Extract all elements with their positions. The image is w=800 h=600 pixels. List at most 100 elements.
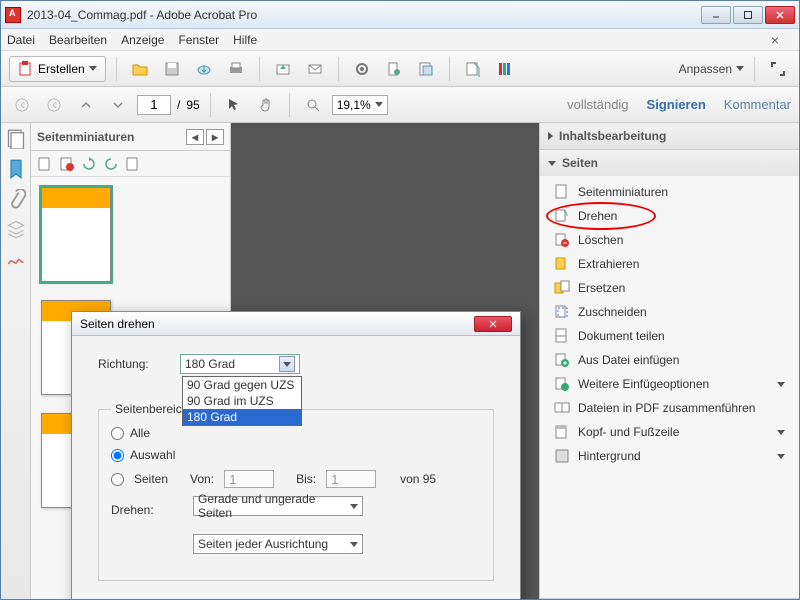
thumbnails-tools: [31, 151, 230, 177]
rp-dokument-teilen[interactable]: Dokument teilen: [540, 324, 799, 348]
page-down-button[interactable]: [105, 92, 131, 118]
page-sep: /: [177, 98, 180, 112]
drehen-combo1[interactable]: Gerade und ungerade Seiten: [193, 496, 363, 516]
tools-panel: Inhaltsbearbeitung Seiten Seitenminiatur…: [539, 123, 799, 599]
cloud-button[interactable]: [191, 56, 217, 82]
section-seiten[interactable]: Seiten: [540, 150, 799, 176]
menu-datei[interactable]: Datei: [7, 33, 35, 47]
rp-hintergrund[interactable]: Hintergrund: [540, 444, 799, 468]
tool3-button[interactable]: [413, 56, 439, 82]
email-button[interactable]: [302, 56, 328, 82]
bookmark-icon[interactable]: [6, 159, 26, 179]
close-button[interactable]: [765, 6, 795, 24]
window-title: 2013-04_Commag.pdf - Adobe Acrobat Pro: [27, 8, 701, 22]
rp-loeschen[interactable]: Löschen: [540, 228, 799, 252]
menu-anzeige[interactable]: Anzeige: [121, 33, 164, 47]
seitenbereich-legend: Seitenbereich: [111, 402, 192, 416]
menubar-close-icon[interactable]: ×: [771, 32, 779, 48]
prev-page-button[interactable]: [41, 92, 67, 118]
dropdown-option-selected[interactable]: 180 Grad: [183, 409, 301, 425]
thumb-rotate2-icon[interactable]: [103, 156, 119, 172]
attachment-icon[interactable]: [6, 189, 26, 209]
menu-bearbeiten[interactable]: Bearbeiten: [49, 33, 107, 47]
layers-icon[interactable]: [6, 219, 26, 239]
dropdown-option[interactable]: 90 Grad gegen UZS: [183, 377, 301, 393]
hand-tool-button[interactable]: [253, 92, 279, 118]
create-icon: [18, 61, 34, 77]
drehen-combo2[interactable]: Seiten jeder Ausrichtung: [193, 534, 363, 554]
richtung-combo[interactable]: 180 Grad: [180, 354, 300, 374]
dropdown-option[interactable]: 90 Grad im UZS: [183, 393, 301, 409]
drehen-label: Drehen:: [111, 503, 185, 517]
signature-icon[interactable]: [6, 249, 26, 269]
panel-next-button[interactable]: ▸: [206, 129, 224, 145]
page-thumbnail[interactable]: [41, 187, 111, 282]
zoom-value: 19,1%: [337, 98, 371, 112]
dropdown-icon: [736, 66, 744, 71]
create-label: Erstellen: [38, 62, 85, 76]
rp-aus-datei[interactable]: Aus Datei einfügen: [540, 348, 799, 372]
dialog-close-button[interactable]: [474, 316, 512, 332]
radio-alle[interactable]: [111, 427, 124, 440]
radio-auswahl[interactable]: [111, 449, 124, 462]
richtung-label: Richtung:: [98, 357, 172, 371]
dialog-title: Seiten drehen: [80, 317, 155, 331]
toolbar-main: Erstellen Anpassen: [1, 51, 799, 87]
rp-zuschneiden[interactable]: Zuschneiden: [540, 300, 799, 324]
open-button[interactable]: [127, 56, 153, 82]
page-up-button[interactable]: [73, 92, 99, 118]
menubar: Datei Bearbeiten Anzeige Fenster Hilfe ×: [1, 29, 799, 51]
maximize-button[interactable]: [733, 6, 763, 24]
thumb-tool-icon[interactable]: [37, 156, 53, 172]
radio-seiten[interactable]: [111, 473, 124, 486]
minimize-button[interactable]: [701, 6, 731, 24]
rp-zusammenfuehren[interactable]: Dateien in PDF zusammenführen: [540, 396, 799, 420]
zoom-button[interactable]: [300, 92, 326, 118]
customize-label: Anpassen: [679, 62, 732, 76]
richtung-value: 180 Grad: [185, 357, 235, 371]
first-page-button[interactable]: [9, 92, 35, 118]
tool4-button[interactable]: [460, 56, 486, 82]
von-input[interactable]: [224, 470, 274, 488]
rp-extrahieren[interactable]: Extrahieren: [540, 252, 799, 276]
create-button[interactable]: Erstellen: [9, 56, 106, 82]
bis-input[interactable]: [326, 470, 376, 488]
link-kommentar[interactable]: Kommentar: [724, 97, 791, 112]
thumb-rotate-icon[interactable]: [81, 156, 97, 172]
rp-seitenminiaturen[interactable]: Seitenminiaturen: [540, 180, 799, 204]
titlebar: 2013-04_Commag.pdf - Adobe Acrobat Pro: [1, 1, 799, 29]
link-vollstaendig[interactable]: vollständig: [567, 97, 628, 112]
section-inhaltsbearbeitung[interactable]: Inhaltsbearbeitung: [540, 123, 799, 149]
dropdown-icon: [89, 66, 97, 71]
fullscreen-button[interactable]: [765, 56, 791, 82]
toolbar-nav: / 95 19,1% vollständig Signieren Komment…: [1, 87, 799, 123]
gear-button[interactable]: [349, 56, 375, 82]
zoom-select[interactable]: 19,1%: [332, 95, 388, 115]
page-number-input[interactable]: [137, 95, 171, 115]
thumb-delete-icon[interactable]: [59, 156, 75, 172]
rp-kopf-fuss[interactable]: Kopf- und Fußzeile: [540, 420, 799, 444]
thumb-extract-icon[interactable]: [125, 156, 141, 172]
rotate-pages-dialog: Seiten drehen Richtung: 180 Grad 90 Grad…: [71, 311, 521, 599]
thumbnails-title: Seitenminiaturen: [37, 130, 134, 144]
rp-weitere-optionen[interactable]: Weitere Einfügeoptionen: [540, 372, 799, 396]
menu-fenster[interactable]: Fenster: [178, 33, 219, 47]
menu-hilfe[interactable]: Hilfe: [233, 33, 257, 47]
page-total: 95: [186, 98, 199, 112]
save-button[interactable]: [159, 56, 185, 82]
thumbnails-icon[interactable]: [6, 129, 26, 149]
rp-drehen[interactable]: Drehen: [540, 204, 799, 228]
rp-ersetzen[interactable]: Ersetzen: [540, 276, 799, 300]
richtung-dropdown: 90 Grad gegen UZS 90 Grad im UZS 180 Gra…: [182, 376, 302, 426]
icon-rail: [1, 123, 31, 599]
link-signieren[interactable]: Signieren: [647, 97, 706, 112]
customize-button[interactable]: Anpassen: [679, 62, 744, 76]
tool2-button[interactable]: [381, 56, 407, 82]
share-button[interactable]: [270, 56, 296, 82]
select-tool-button[interactable]: [221, 92, 247, 118]
dropdown-icon: [375, 102, 383, 107]
color-button[interactable]: [492, 56, 518, 82]
panel-prev-button[interactable]: ◂: [186, 129, 204, 145]
print-button[interactable]: [223, 56, 249, 82]
acrobat-icon: [5, 7, 21, 23]
